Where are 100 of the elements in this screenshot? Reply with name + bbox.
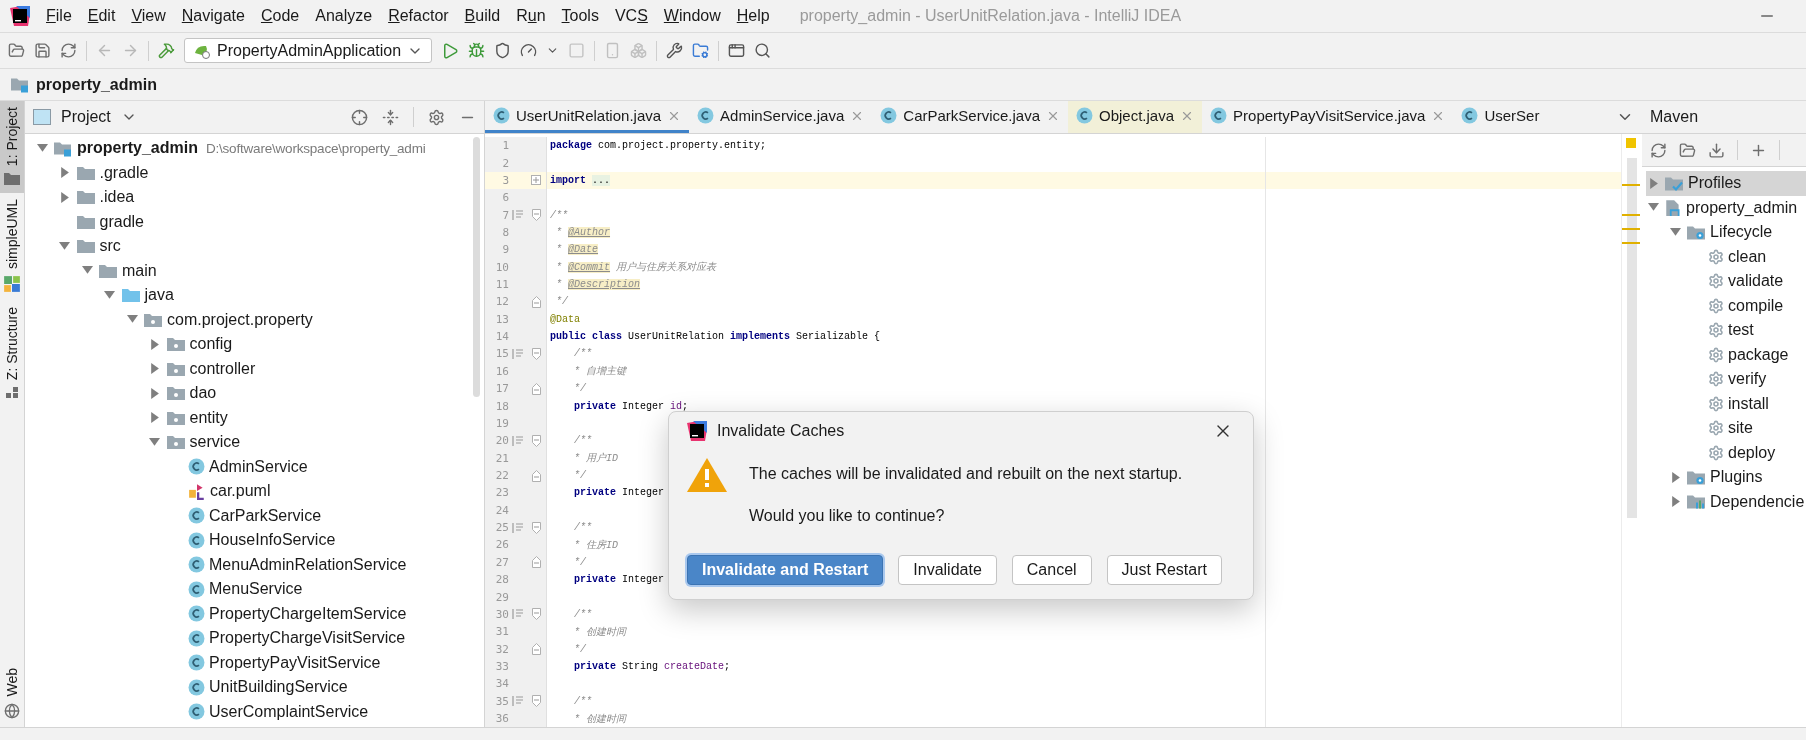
panel-title[interactable]: Project <box>61 108 111 126</box>
tree-row[interactable]: verify <box>1646 367 1806 392</box>
collapse-arrow-icon[interactable] <box>1647 202 1659 214</box>
expand-arrow-icon[interactable] <box>1669 471 1681 483</box>
tree-item[interactable]: src <box>99 237 121 256</box>
expand-arrow-icon[interactable] <box>149 363 160 375</box>
tree-item[interactable]: UnitBuildingService <box>209 678 348 697</box>
tree-item[interactable]: AdminService <box>209 457 308 476</box>
fold-marker-icon[interactable] <box>531 608 541 621</box>
tool-window-tab[interactable]: 1: Project <box>0 101 24 194</box>
tree-item[interactable]: property_admin <box>1686 198 1798 217</box>
tree-item[interactable]: com.project.property <box>167 310 313 329</box>
tree-item[interactable]: MenuService <box>209 580 303 599</box>
tree-row[interactable]: test <box>1646 318 1806 343</box>
tree-item[interactable]: property_admin <box>77 139 198 158</box>
tree-item[interactable]: .gradle <box>99 163 149 182</box>
tree-item[interactable]: site <box>1728 419 1753 438</box>
menu-item[interactable]: Help <box>728 7 778 25</box>
search-icon[interactable] <box>754 42 772 59</box>
tree-row[interactable]: package <box>1646 342 1806 367</box>
download-icon[interactable] <box>1708 141 1725 159</box>
tree-item[interactable]: Profiles <box>1688 174 1742 193</box>
tree-row[interactable]: clean <box>1646 244 1806 269</box>
tree-item[interactable]: controller <box>189 359 256 378</box>
scroll-bar[interactable] <box>1627 158 1637 518</box>
run-icon[interactable] <box>441 41 460 60</box>
tree-item[interactable]: verify <box>1728 370 1767 389</box>
locate-icon[interactable] <box>351 108 368 126</box>
debug-icon[interactable] <box>468 42 486 59</box>
tool-window-tab[interactable]: Web <box>0 662 24 727</box>
tree-item[interactable]: Plugins <box>1710 468 1763 487</box>
unfold-marker-icon[interactable] <box>531 175 541 186</box>
tree-row[interactable]: install <box>1646 391 1806 416</box>
tree-item[interactable]: PropertyPayVisitService <box>209 653 381 672</box>
tree-item[interactable]: java <box>144 286 174 305</box>
menu-item[interactable]: Run <box>508 7 554 25</box>
tree-item[interactable]: Lifecycle <box>1710 223 1773 242</box>
tree-row[interactable]: property_admin <box>1646 195 1806 220</box>
menu-item[interactable]: File <box>38 7 80 25</box>
tree-item[interactable]: config <box>189 335 233 354</box>
menu-item[interactable]: Refactor <box>380 7 457 25</box>
tree-row[interactable]: site <box>1646 416 1806 441</box>
expand-arrow-icon[interactable] <box>149 338 160 350</box>
collapse-arrow-icon[interactable] <box>104 289 115 301</box>
tree-item[interactable]: package <box>1728 345 1789 364</box>
menu-item[interactable]: Edit <box>79 7 124 25</box>
tree-item[interactable]: UserComplaintService <box>209 702 369 721</box>
tree-item[interactable]: Dependencie <box>1710 492 1805 511</box>
tool-window-tab[interactable]: Z: Structure <box>0 301 24 409</box>
tree-item[interactable]: .idea <box>99 188 135 207</box>
menu-item[interactable]: Navigate <box>173 7 253 25</box>
panel-title[interactable]: Maven <box>1650 108 1699 126</box>
window-icon[interactable] <box>728 42 746 59</box>
tree-row[interactable]: Plugins <box>1646 465 1806 490</box>
tree-item[interactable]: PropertyChargeVisitService <box>209 629 406 648</box>
tree-item[interactable]: compile <box>1728 296 1784 315</box>
profiler-icon[interactable] <box>520 42 538 59</box>
wrench-icon[interactable] <box>666 42 684 59</box>
open-folder-icon[interactable] <box>8 42 25 59</box>
expand-arrow-icon[interactable] <box>149 412 160 424</box>
menu-item[interactable]: Build <box>456 7 509 25</box>
menu-item[interactable]: Code <box>252 7 308 25</box>
fold-marker-icon[interactable] <box>531 382 541 395</box>
menu-item[interactable]: VCS <box>606 7 656 25</box>
fold-marker-icon[interactable] <box>531 469 541 482</box>
scroll-bar[interactable] <box>473 137 480 397</box>
tree-item[interactable]: main <box>122 261 157 280</box>
sync-icon[interactable] <box>60 42 77 59</box>
collapse-all-icon[interactable] <box>382 108 399 126</box>
tree-item[interactable]: service <box>189 433 241 452</box>
collapse-arrow-icon[interactable] <box>149 436 160 448</box>
tree-row[interactable]: Dependencie <box>1646 489 1806 514</box>
tree-row[interactable]: validate <box>1646 269 1806 294</box>
collapse-arrow-icon[interactable] <box>1669 226 1681 238</box>
reload-icon[interactable] <box>1650 141 1667 159</box>
menu-item[interactable]: Analyze <box>307 7 381 25</box>
hammer-icon[interactable] <box>158 42 175 59</box>
coverage-icon[interactable] <box>494 42 512 59</box>
tree-row[interactable]: Lifecycle <box>1646 220 1806 245</box>
expand-arrow-icon[interactable] <box>149 387 160 399</box>
tree-item[interactable]: car.puml <box>210 482 271 501</box>
fold-marker-icon[interactable] <box>531 521 541 534</box>
collapse-arrow-icon[interactable] <box>36 142 48 154</box>
menu-item[interactable]: Tools <box>553 7 607 25</box>
tree-item[interactable]: CarParkService <box>209 506 322 525</box>
editor-tab[interactable]: Object.java <box>1068 101 1203 133</box>
expand-arrow-icon[interactable] <box>59 167 70 179</box>
tree-item[interactable]: install <box>1728 394 1769 413</box>
fold-marker-icon[interactable] <box>531 209 541 222</box>
project-structure-icon[interactable] <box>692 42 710 59</box>
tree-item[interactable]: HouseInfoService <box>209 531 336 550</box>
settings-icon[interactable] <box>428 108 445 126</box>
folder-icon[interactable] <box>1679 141 1696 159</box>
tree-row[interactable]: deploy <box>1646 440 1806 465</box>
collapse-arrow-icon[interactable] <box>81 265 93 277</box>
collapse-arrow-icon[interactable] <box>126 314 138 326</box>
fold-marker-icon[interactable] <box>531 295 541 308</box>
tree-row[interactable]: Profiles <box>1646 171 1806 196</box>
dialog-button[interactable]: Invalidate <box>898 555 997 585</box>
tree-item[interactable]: test <box>1728 321 1754 340</box>
